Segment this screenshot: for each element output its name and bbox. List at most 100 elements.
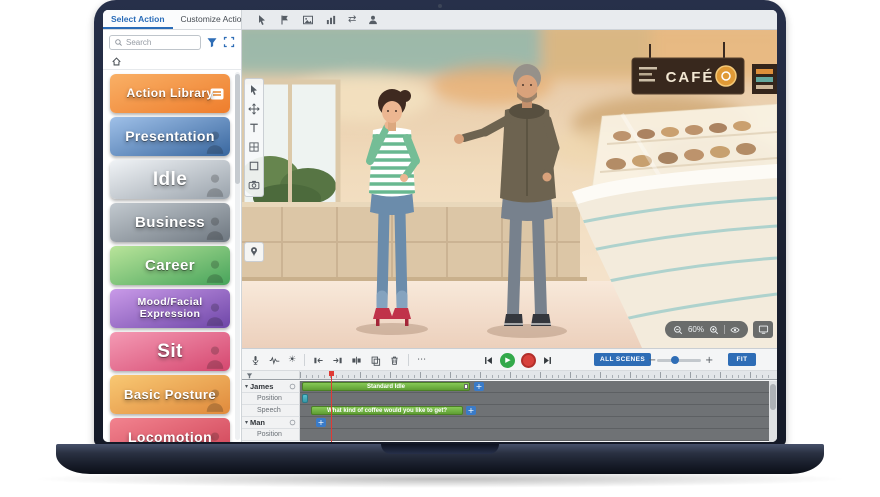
track-name: Speech	[257, 407, 281, 414]
expand-icon[interactable]	[223, 36, 235, 48]
clip-resize-handle[interactable]	[464, 384, 468, 389]
track-row-james: ▾ James Standard Idle +	[242, 381, 777, 393]
track-lane-james[interactable]: Standard Idle +	[300, 381, 777, 393]
home-icon[interactable]	[111, 56, 122, 67]
category-business[interactable]: Business	[110, 203, 230, 242]
scrollbar-thumb[interactable]	[770, 384, 776, 410]
split-clip-icon[interactable]	[351, 355, 362, 366]
record-button[interactable]	[521, 353, 536, 368]
pin-icon[interactable]	[248, 246, 260, 258]
position-keyframe-clip[interactable]	[302, 394, 308, 403]
swap-icon[interactable]: ⇄	[348, 15, 356, 25]
visibility-icon[interactable]	[730, 325, 740, 335]
track-lane-man[interactable]: +	[300, 417, 777, 429]
actor-icon[interactable]	[367, 14, 379, 26]
track-lane-position[interactable]	[300, 393, 777, 405]
category-label: Locomotion	[123, 430, 217, 442]
frame-icon[interactable]	[248, 160, 260, 172]
tab-select-action[interactable]: Select Action	[103, 10, 173, 29]
add-clip-button[interactable]: +	[316, 418, 326, 427]
person-silhouette-icon	[204, 172, 226, 198]
zoom-out-icon[interactable]	[673, 325, 683, 335]
monitor-icon	[758, 324, 769, 335]
grid-icon[interactable]	[248, 141, 260, 153]
fit-view-button[interactable]	[753, 321, 773, 338]
timeline-ruler[interactable]	[242, 371, 777, 380]
scrollbar-thumb[interactable]	[235, 74, 240, 184]
camera-icon[interactable]	[248, 179, 260, 191]
search-input[interactable]: Search	[109, 35, 201, 50]
timeline-zoom-out[interactable]: −	[648, 349, 656, 371]
all-scenes-button[interactable]: ALL SCENES	[594, 353, 651, 366]
category-basic-posture[interactable]: Basic Posture	[110, 375, 230, 414]
category-idle[interactable]: Idle	[110, 160, 230, 199]
select-tool-icon[interactable]	[256, 14, 268, 26]
track-row-speech: Speech What kind of coffee would you lik…	[242, 405, 777, 417]
media-icon[interactable]	[302, 14, 314, 26]
play-button[interactable]: ▶	[500, 353, 515, 368]
clip-standard-idle[interactable]: Standard Idle	[302, 382, 470, 391]
viewport-3d[interactable]: CAFÉ	[242, 30, 777, 348]
ruler-header	[242, 371, 300, 379]
panel-scrollbar[interactable]	[235, 72, 240, 440]
timeline-scrollbar[interactable]	[769, 381, 777, 442]
category-mood-facial-expression[interactable]: Mood/Facial Expression	[110, 289, 230, 328]
category-locomotion[interactable]: Locomotion	[110, 418, 230, 442]
app-window: Select Action Customize Action Search	[103, 10, 777, 442]
category-label: Presentation	[120, 129, 220, 144]
track-toggle-icon[interactable]	[289, 419, 296, 426]
category-presentation[interactable]: Presentation	[110, 117, 230, 156]
track-header-james[interactable]: ▾ James	[242, 381, 300, 393]
track-filter-icon[interactable]	[246, 372, 253, 379]
cursor-icon[interactable]	[248, 84, 260, 96]
track-toggle-icon[interactable]	[289, 383, 296, 390]
microphone-icon[interactable]	[250, 355, 261, 366]
track-header-speech[interactable]: Speech	[242, 405, 300, 417]
clip-speech[interactable]: What kind of coffee would you like to ge…	[311, 406, 463, 415]
clip-in-icon[interactable]	[313, 355, 324, 366]
timeline-toolbar: ☀ ⋯ ▶	[242, 349, 777, 371]
track-header-man-position[interactable]: Position	[242, 429, 300, 441]
category-action-library[interactable]: Action Library	[110, 74, 230, 113]
track-row-man: ▾ Man +	[242, 417, 777, 429]
add-clip-button[interactable]: +	[474, 382, 484, 391]
skip-start-icon[interactable]	[483, 355, 494, 366]
laptop-bezel: Select Action Customize Action Search	[94, 0, 786, 446]
category-sit[interactable]: Sit	[110, 332, 230, 371]
move-icon[interactable]	[248, 103, 260, 115]
collapse-caret-icon[interactable]: ▾	[245, 419, 248, 426]
timeline-zoom-slider[interactable]	[657, 359, 701, 362]
track-row-man-position: Position	[242, 429, 777, 441]
add-clip-button[interactable]: +	[466, 406, 476, 415]
category-career[interactable]: Career	[110, 246, 230, 285]
divider	[724, 325, 725, 334]
clip-out-icon[interactable]	[332, 355, 343, 366]
waveform-icon[interactable]	[269, 355, 280, 366]
fit-button[interactable]: FIT	[728, 353, 756, 366]
slider-thumb[interactable]	[671, 356, 679, 364]
chart-icon[interactable]	[325, 14, 337, 26]
filter-icon[interactable]	[206, 36, 218, 48]
timeline-panel: ☀ ⋯ ▶	[242, 348, 777, 442]
category-label: Basic Posture	[119, 388, 221, 402]
delete-icon[interactable]	[389, 355, 400, 366]
playhead[interactable]	[331, 371, 332, 442]
track-lane-man-position[interactable]	[300, 429, 777, 441]
skip-end-icon[interactable]	[542, 355, 553, 366]
more-options-icon[interactable]: ⋯	[417, 356, 426, 365]
viewport-zoom-controls: 60%	[665, 321, 748, 338]
character-shadow	[356, 323, 428, 335]
timeline-zoom-in[interactable]: +	[705, 349, 713, 371]
track-lane-speech[interactable]: What kind of coffee would you like to ge…	[300, 405, 777, 417]
zoom-in-icon[interactable]	[709, 325, 719, 335]
render-settings-icon[interactable]: ☀	[288, 356, 296, 365]
text-tool-icon[interactable]	[248, 122, 260, 134]
track-header-man[interactable]: ▾ Man	[242, 417, 300, 429]
flag-icon[interactable]	[279, 14, 291, 26]
copy-icon[interactable]	[370, 355, 381, 366]
track-header-position[interactable]: Position	[242, 393, 300, 405]
track-name: James	[250, 382, 273, 391]
category-label: Business	[130, 215, 210, 231]
collapse-caret-icon[interactable]: ▾	[245, 383, 248, 390]
category-label: Sit	[152, 342, 187, 362]
